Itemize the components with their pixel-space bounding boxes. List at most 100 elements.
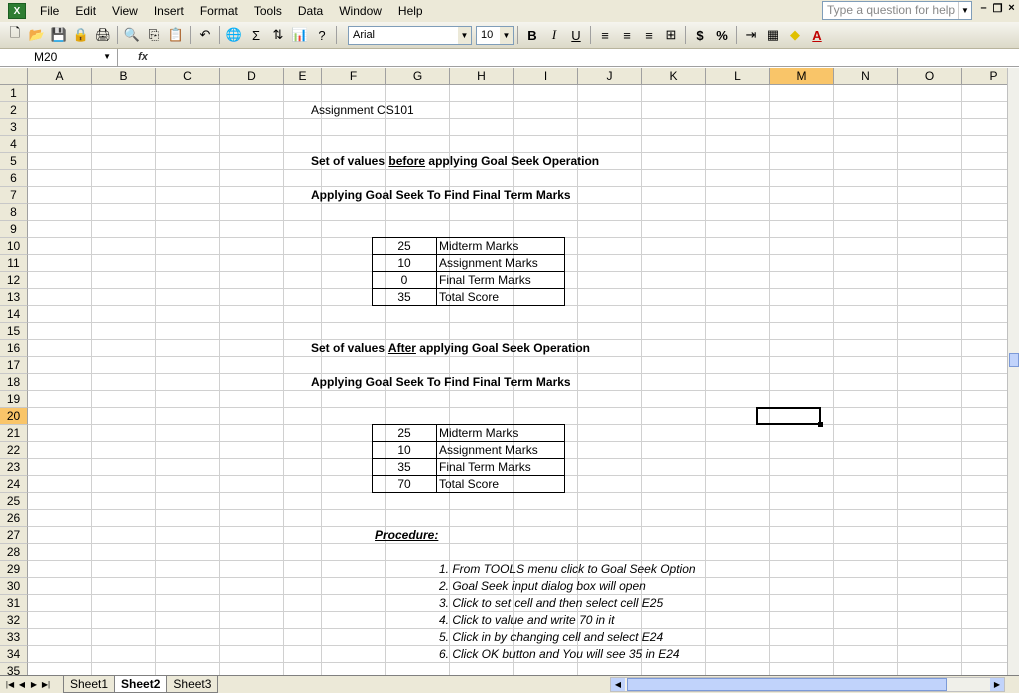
row-header-18[interactable]: 18 (0, 374, 28, 391)
row-header-35[interactable]: 35 (0, 663, 28, 675)
row-header-7[interactable]: 7 (0, 187, 28, 204)
column-header-h[interactable]: H (450, 68, 514, 85)
row-header-25[interactable]: 25 (0, 493, 28, 510)
row-header-29[interactable]: 29 (0, 561, 28, 578)
row-header-32[interactable]: 32 (0, 612, 28, 629)
menu-file[interactable]: File (32, 0, 67, 22)
row-header-13[interactable]: 13 (0, 289, 28, 306)
row-header-1[interactable]: 1 (0, 85, 28, 102)
next-sheet-icon[interactable]: ▶ (28, 680, 40, 689)
font-color-icon[interactable]: A (807, 25, 827, 45)
row-header-8[interactable]: 8 (0, 204, 28, 221)
table-before-label[interactable]: Total Score (439, 289, 499, 306)
align-right-icon[interactable]: ≡ (639, 25, 659, 45)
column-header-b[interactable]: B (92, 68, 156, 85)
table-before-label[interactable]: Midterm Marks (439, 238, 518, 255)
column-header-e[interactable]: E (284, 68, 322, 85)
table-before-value[interactable]: 35 (372, 289, 436, 306)
goal-seek-heading-1[interactable]: Applying Goal Seek To Find Final Term Ma… (311, 187, 571, 204)
research-icon[interactable]: 🔍 (122, 25, 142, 45)
row-header-9[interactable]: 9 (0, 221, 28, 238)
name-box[interactable]: M20 ▼ (0, 49, 118, 66)
function-icon[interactable]: fx (118, 49, 168, 66)
procedure-step[interactable]: 1. From TOOLS menu click to Goal Seek Op… (439, 561, 696, 578)
paste-icon[interactable]: 📋 (166, 25, 186, 45)
table-after-value[interactable]: 35 (372, 459, 436, 476)
permission-icon[interactable]: 🔒 (71, 25, 91, 45)
row-header-10[interactable]: 10 (0, 238, 28, 255)
autosum-icon[interactable]: Σ (246, 25, 266, 45)
hyperlink-icon[interactable]: 🌐 (224, 25, 244, 45)
italic-button[interactable]: I (544, 25, 564, 45)
help-icon[interactable]: ? (312, 25, 332, 45)
row-header-34[interactable]: 34 (0, 646, 28, 663)
fill-color-icon[interactable]: ◆ (785, 25, 805, 45)
align-left-icon[interactable]: ≡ (595, 25, 615, 45)
restore-icon[interactable]: ❐ (990, 2, 1005, 15)
align-center-icon[interactable]: ≡ (617, 25, 637, 45)
column-header-o[interactable]: O (898, 68, 962, 85)
row-header-11[interactable]: 11 (0, 255, 28, 272)
row-header-24[interactable]: 24 (0, 476, 28, 493)
procedure-step[interactable]: 5. Click in by changing cell and select … (439, 629, 663, 646)
row-header-28[interactable]: 28 (0, 544, 28, 561)
column-header-i[interactable]: I (514, 68, 578, 85)
heading-after[interactable]: Set of values After applying Goal Seek O… (311, 340, 590, 357)
table-before-value[interactable]: 0 (372, 272, 436, 289)
chevron-down-icon[interactable]: ▼ (458, 26, 471, 44)
column-header-a[interactable]: A (28, 68, 92, 85)
menu-view[interactable]: View (104, 0, 146, 22)
new-icon[interactable]: 🗋 (5, 25, 25, 45)
bold-button[interactable]: B (522, 25, 542, 45)
column-header-c[interactable]: C (156, 68, 220, 85)
row-header-17[interactable]: 17 (0, 357, 28, 374)
selected-cell-m20[interactable] (756, 407, 823, 427)
menu-help[interactable]: Help (390, 0, 431, 22)
print-preview-icon[interactable]: 🖨 (93, 25, 113, 45)
table-after-label[interactable]: Assignment Marks (439, 442, 538, 459)
column-header-f[interactable]: F (322, 68, 386, 85)
column-header-k[interactable]: K (642, 68, 706, 85)
first-sheet-icon[interactable]: |◀ (4, 680, 16, 689)
procedure-label[interactable]: Procedure: (375, 527, 438, 544)
column-header-l[interactable]: L (706, 68, 770, 85)
row-header-31[interactable]: 31 (0, 595, 28, 612)
vertical-scrollbar[interactable] (1007, 68, 1019, 675)
row-header-27[interactable]: 27 (0, 527, 28, 544)
row-header-23[interactable]: 23 (0, 459, 28, 476)
row-header-22[interactable]: 22 (0, 442, 28, 459)
column-header-m[interactable]: M (770, 68, 834, 85)
currency-button[interactable]: $ (690, 25, 710, 45)
row-header-14[interactable]: 14 (0, 306, 28, 323)
close-icon[interactable]: × (1004, 2, 1019, 14)
underline-button[interactable]: U (566, 25, 586, 45)
sheet-tab-sheet2[interactable]: Sheet2 (114, 676, 168, 693)
chart-wizard-icon[interactable]: 📊 (290, 25, 310, 45)
row-header-19[interactable]: 19 (0, 391, 28, 408)
row-header-3[interactable]: 3 (0, 119, 28, 136)
horizontal-scrollbar[interactable]: ◀ ▶ (610, 677, 1005, 692)
row-header-30[interactable]: 30 (0, 578, 28, 595)
chevron-down-icon[interactable]: ▼ (958, 2, 971, 19)
menu-format[interactable]: Format (192, 0, 246, 22)
scroll-left-icon[interactable]: ◀ (611, 678, 625, 691)
goal-seek-heading-2[interactable]: Applying Goal Seek To Find Final Term Ma… (311, 374, 571, 391)
column-header-g[interactable]: G (386, 68, 450, 85)
borders-icon[interactable]: ▦ (763, 25, 783, 45)
percent-button[interactable]: % (712, 25, 732, 45)
row-header-33[interactable]: 33 (0, 629, 28, 646)
row-header-26[interactable]: 26 (0, 510, 28, 527)
excel-app-icon[interactable]: X (8, 3, 26, 19)
table-before-label[interactable]: Assignment Marks (439, 255, 538, 272)
row-header-5[interactable]: 5 (0, 153, 28, 170)
vertical-scroll-thumb[interactable] (1009, 353, 1019, 367)
table-after-value[interactable]: 70 (372, 476, 436, 493)
procedure-step[interactable]: 6. Click OK button and You will see 35 i… (439, 646, 680, 663)
open-icon[interactable]: 📂 (27, 25, 47, 45)
row-header-15[interactable]: 15 (0, 323, 28, 340)
font-size-select[interactable]: 10 ▼ (476, 25, 514, 45)
row-header-16[interactable]: 16 (0, 340, 28, 357)
row-header-12[interactable]: 12 (0, 272, 28, 289)
table-before-value[interactable]: 25 (372, 238, 436, 255)
column-header-d[interactable]: D (220, 68, 284, 85)
